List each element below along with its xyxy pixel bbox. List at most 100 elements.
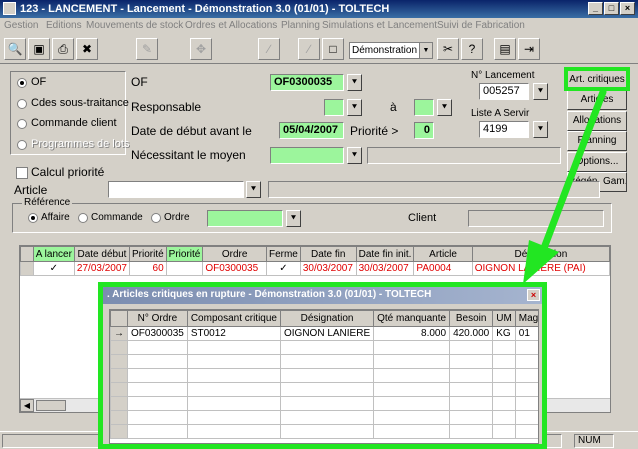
col-num-ordre[interactable]: N° Ordre xyxy=(127,310,188,327)
menu-bar: Gestion Editions Mouvements de stock Ord… xyxy=(0,18,638,34)
close-button[interactable]: × xyxy=(620,2,635,15)
help-icon[interactable]: ? xyxy=(461,38,483,60)
priorite-field[interactable]: 0 xyxy=(414,122,434,139)
menu-editions[interactable]: Editions xyxy=(46,20,82,31)
of-dropdown-icon[interactable]: ⯆ xyxy=(347,74,362,91)
cell-magasin: 01 xyxy=(514,326,538,341)
annotation-arrow xyxy=(523,88,607,284)
delete-icon[interactable]: ✖ xyxy=(76,38,98,60)
list-item xyxy=(110,396,538,411)
move-icon[interactable]: ✥ xyxy=(190,38,212,60)
status-num: NUM xyxy=(574,434,614,448)
radio-commande-label: Commande client xyxy=(31,117,117,129)
responsable-to-dropdown-icon[interactable]: ⯆ xyxy=(437,99,452,116)
col-composant[interactable]: Composant critique xyxy=(186,310,281,327)
cell-ferme[interactable]: ✓ xyxy=(265,261,301,276)
preview-icon[interactable]: 🔍 xyxy=(4,38,26,60)
dialog-close-icon[interactable]: × xyxy=(527,289,540,301)
menu-planning[interactable]: Planning xyxy=(281,20,320,31)
cell-a-lancer[interactable]: ✓ xyxy=(32,261,75,276)
chevron-down-icon: ▼ xyxy=(419,43,432,58)
calc-icon[interactable]: ▤ xyxy=(494,38,516,60)
critical-articles-dialog: . Articles critiques en rupture - Démons… xyxy=(98,282,547,449)
reference-label: Référence xyxy=(22,197,73,208)
list-item xyxy=(110,368,538,383)
list-item xyxy=(110,340,538,355)
window-title: 123 - LANCEMENT - Lancement - Démonstrat… xyxy=(20,3,390,15)
calcul-priorite-checkbox[interactable] xyxy=(16,167,28,179)
cell-qte-manquante: 8.000 xyxy=(373,326,451,341)
col-dlg-designation[interactable]: Désignation xyxy=(279,310,375,327)
moyen-field[interactable] xyxy=(270,147,344,164)
responsable-from-field[interactable] xyxy=(324,99,344,116)
printer-icon[interactable]: ⎙ xyxy=(52,38,74,60)
responsable-to-field[interactable] xyxy=(414,99,434,116)
lancement-label: N° Lancement xyxy=(471,70,535,81)
article-dropdown-icon[interactable]: ⯆ xyxy=(246,181,261,198)
dialog-grid-corner xyxy=(110,310,128,327)
col-ferme[interactable]: Ferme xyxy=(265,246,301,262)
line-icon[interactable]: ∕ xyxy=(298,38,320,60)
col-priorite[interactable]: Priorité xyxy=(128,246,167,262)
blank-icon[interactable]: □ xyxy=(322,38,344,60)
client-label: Client xyxy=(408,212,437,224)
menu-simulations[interactable]: Simulations et Lancement xyxy=(322,20,437,31)
camera-icon[interactable]: ▣ xyxy=(28,38,50,60)
menu-mouvements[interactable]: Mouvements de stock xyxy=(86,20,183,31)
date-field[interactable]: 05/04/2007 xyxy=(279,122,344,139)
toolbar: 🔍 ▣ ⎙ ✖ ✎ ✥ ∕ ∕ □ Démonstration 3 ▼ ✂ ? … xyxy=(0,34,638,64)
col-besoin[interactable]: Besoin xyxy=(449,310,494,327)
col-date-fin[interactable]: Date fin xyxy=(299,246,357,262)
radio-affaire-label: Affaire xyxy=(41,212,70,223)
scroll-thumb[interactable] xyxy=(36,400,66,411)
responsable-from-dropdown-icon[interactable]: ⯆ xyxy=(347,99,362,116)
col-date-debut[interactable]: Date début xyxy=(73,246,130,262)
col-qte-manquante[interactable]: Qté manquante xyxy=(373,310,451,327)
article-label: Article xyxy=(14,183,48,197)
cell-besoin: 420.000 xyxy=(449,326,494,341)
col-um[interactable]: UM xyxy=(492,310,516,327)
reference-field[interactable] xyxy=(207,210,283,227)
radio-programmes-label: Programmes de lots xyxy=(31,138,130,150)
radio-ordre[interactable] xyxy=(151,213,161,223)
col-magasin[interactable]: Magasin xyxy=(514,310,538,327)
edit-icon[interactable]: ✎ xyxy=(136,38,158,60)
col-ordre[interactable]: Ordre xyxy=(202,246,267,262)
radio-of[interactable] xyxy=(17,78,27,88)
radio-of-label: OF xyxy=(31,76,47,88)
col-a-lancer[interactable]: A lancer xyxy=(32,246,75,262)
cell-ordre: OF0300035 xyxy=(202,261,267,276)
table-row[interactable]: → OF0300035 ST0012 OIGNON LANIERE 8.000 … xyxy=(110,326,538,341)
pen-icon[interactable]: ∕ xyxy=(258,38,280,60)
list-item xyxy=(110,354,538,369)
reference-dropdown-icon[interactable]: ⯆ xyxy=(286,210,301,227)
of-label: OF xyxy=(131,75,148,89)
maximize-button[interactable]: □ xyxy=(604,2,619,15)
menu-gestion[interactable]: Gestion xyxy=(4,20,38,31)
col-date-fin-init[interactable]: Date fin init. xyxy=(355,246,415,262)
col-article[interactable]: Article xyxy=(413,246,473,262)
radio-cdes[interactable] xyxy=(17,99,27,109)
menu-suivi[interactable]: Suivi de Fabrication xyxy=(437,20,525,31)
article-field[interactable] xyxy=(108,181,244,198)
radio-ref-commande[interactable] xyxy=(78,213,88,223)
company-select[interactable]: Démonstration 3 ▼ xyxy=(349,42,433,59)
of-field[interactable]: OF0300035 xyxy=(270,74,344,91)
tools-icon[interactable]: ✂ xyxy=(437,38,459,60)
list-item xyxy=(110,382,538,397)
moyen-dropdown-icon[interactable]: ⯆ xyxy=(347,147,362,164)
menu-ordres[interactable]: Ordres et Allocations xyxy=(185,20,277,31)
dialog-title: . Articles critiques en rupture - Démons… xyxy=(107,289,432,300)
radio-commande[interactable] xyxy=(17,119,27,129)
cell-um: KG xyxy=(492,326,516,341)
list-item xyxy=(110,410,538,425)
scroll-left-icon[interactable]: ◀ xyxy=(20,399,34,412)
radio-affaire[interactable] xyxy=(28,213,38,223)
calcul-priorite-label: Calcul priorité xyxy=(31,165,105,179)
radio-ref-commande-label: Commande xyxy=(91,212,143,223)
exit-icon[interactable]: ⇥ xyxy=(518,38,540,60)
list-item xyxy=(110,424,538,439)
row-indicator xyxy=(20,261,34,276)
col-priorite-2[interactable]: Priorité xyxy=(165,246,204,262)
minimize-button[interactable]: _ xyxy=(588,2,603,15)
